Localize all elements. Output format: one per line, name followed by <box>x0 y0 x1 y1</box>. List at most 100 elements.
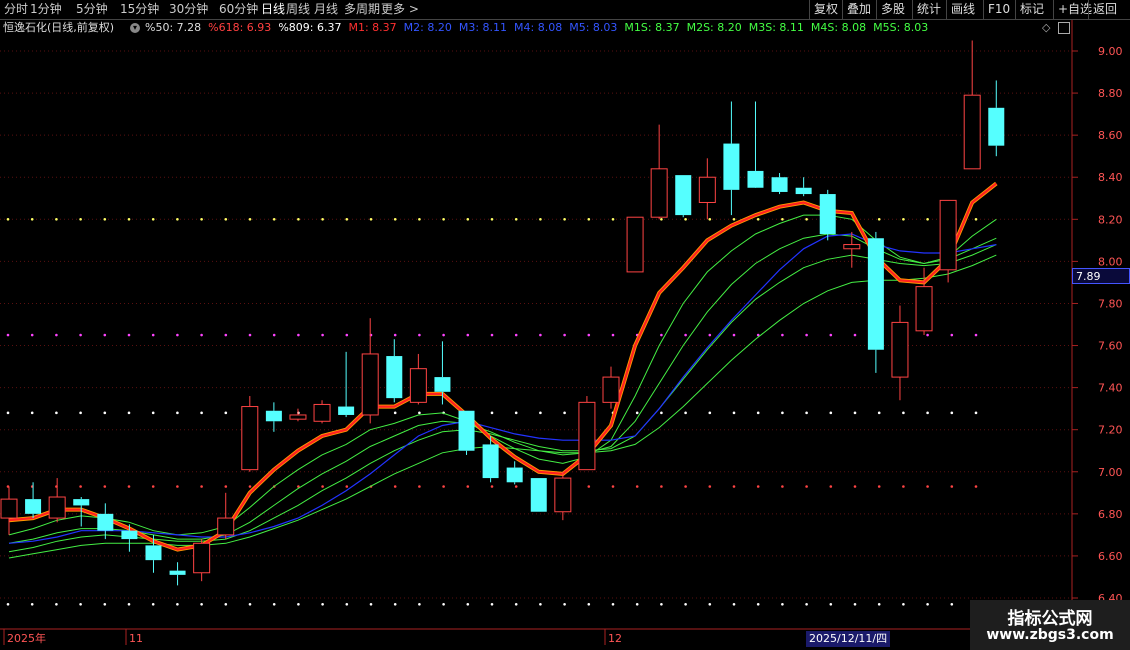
level-dot <box>103 411 107 415</box>
level-dot <box>442 218 445 221</box>
candle-body-down <box>338 406 355 415</box>
level-dot <box>877 218 881 221</box>
tab-0[interactable]: 分时 <box>4 0 28 19</box>
level-dot <box>684 411 687 415</box>
tab-3[interactable]: 15分钟 <box>120 0 159 19</box>
tab-2[interactable]: 5分钟 <box>76 0 108 19</box>
tab-4[interactable]: 30分钟 <box>169 0 208 19</box>
level-dot <box>321 485 324 488</box>
level-dot <box>829 485 833 488</box>
candle-body-up <box>193 542 211 574</box>
level-dot <box>587 603 591 606</box>
legend-item-9: M2S: 8.20 <box>686 21 742 34</box>
tab-7[interactable]: 周线 <box>286 0 310 19</box>
toolbar-button-5[interactable]: F10 <box>983 0 1014 19</box>
level-dot <box>708 485 712 488</box>
level-dot <box>200 485 203 488</box>
level-dot <box>103 485 107 488</box>
level-dot <box>248 218 252 221</box>
current-price-value: 7.89 <box>1076 270 1101 283</box>
toolbar-button-3[interactable]: 统计 <box>912 0 945 19</box>
level-dot <box>539 603 542 606</box>
level-dot <box>466 218 470 221</box>
level-dot <box>708 603 712 606</box>
level-dot <box>55 603 58 606</box>
candle-body-down <box>819 194 836 235</box>
level-dot <box>684 485 687 488</box>
level-dot <box>587 485 591 488</box>
settings-icon[interactable]: ▾ <box>130 23 140 33</box>
level-dot <box>660 603 663 606</box>
level-dot <box>79 333 82 337</box>
toolbar-button-6[interactable]: 标记 <box>1015 0 1048 19</box>
toolbar-button-8[interactable]: 返回 <box>1088 0 1121 19</box>
level-dot <box>6 603 10 606</box>
tab-9[interactable]: 多周期 <box>344 0 380 19</box>
level-dot <box>829 603 833 606</box>
level-dot <box>176 603 179 606</box>
candle-body-down <box>506 467 523 483</box>
legend-item-10: M3S: 8.11 <box>748 21 804 34</box>
tab-1[interactable]: 1分钟 <box>30 0 62 19</box>
level-dot <box>902 218 905 221</box>
level-dot <box>79 411 82 415</box>
level-dot <box>587 218 591 221</box>
panel-toggle-icon[interactable] <box>1058 22 1070 34</box>
level-dot <box>853 333 857 337</box>
level-dot <box>490 333 494 337</box>
diamond-icon[interactable]: ◇ <box>1042 20 1050 36</box>
tab-10[interactable]: 更多 > <box>381 0 419 19</box>
level-dot <box>781 485 784 488</box>
level-dot <box>393 603 397 606</box>
level-dot <box>321 333 324 337</box>
m1-line <box>8 182 997 551</box>
legend-item-11: M4S: 8.08 <box>810 21 867 34</box>
level-dot <box>127 603 131 606</box>
toolbar-button-0[interactable]: 复权 <box>809 0 842 19</box>
period-toolbar: 分时 1分钟 5分钟 15分钟 30分钟 60分钟 日线 周线 月线 多周期 更多 > 复权 叠加 多股统… <box>0 0 1130 20</box>
level-dot <box>853 603 857 606</box>
level-dot <box>297 603 300 606</box>
level-dot <box>756 411 760 415</box>
level-dot <box>974 218 978 221</box>
level-dot <box>684 333 687 337</box>
candle-body-up <box>0 498 18 519</box>
level-dot <box>756 218 760 221</box>
level-dot <box>539 218 542 221</box>
level-dot <box>30 603 34 606</box>
level-dot <box>345 603 349 606</box>
toolbar-button-1[interactable]: 叠加 <box>842 0 875 19</box>
candle-body-down <box>482 444 499 479</box>
price-tick-label: 9.00 <box>1098 45 1123 58</box>
tab-6[interactable]: 日线 <box>261 0 285 19</box>
candle-body-up <box>843 244 861 250</box>
toolbar-button-2[interactable]: 多股 <box>876 0 909 19</box>
level-dot <box>708 333 712 337</box>
level-dot <box>902 603 905 606</box>
ma-green-line-2 <box>8 244 997 553</box>
level-dot <box>345 218 349 221</box>
level-dot <box>200 333 203 337</box>
candle-body-down <box>795 187 812 195</box>
legend-item-0: %50: 7.28 <box>145 21 202 34</box>
level-dot <box>248 485 252 488</box>
level-dot <box>514 485 518 488</box>
date-axis: 2025年 11 12 <box>3 629 622 645</box>
toolbar-button-4[interactable]: 画线 <box>946 0 979 19</box>
tab-5[interactable]: 60分钟 <box>219 0 258 19</box>
level-dot <box>79 218 82 221</box>
level-dot <box>611 485 615 488</box>
level-dot <box>442 333 445 337</box>
candle-body-up <box>217 517 235 536</box>
legend-item-2: %809: 6.37 <box>278 21 342 34</box>
level-dot <box>756 485 760 488</box>
level-dot <box>539 333 542 337</box>
tab-8[interactable]: 月线 <box>314 0 338 19</box>
candle-body-up <box>650 168 668 218</box>
level-dot <box>393 218 397 221</box>
level-dot <box>127 485 131 488</box>
date-label-2: 12 <box>608 632 622 645</box>
level-dot <box>660 485 663 488</box>
date-label-0: 2025年 <box>7 631 46 645</box>
level-dot <box>151 218 155 221</box>
